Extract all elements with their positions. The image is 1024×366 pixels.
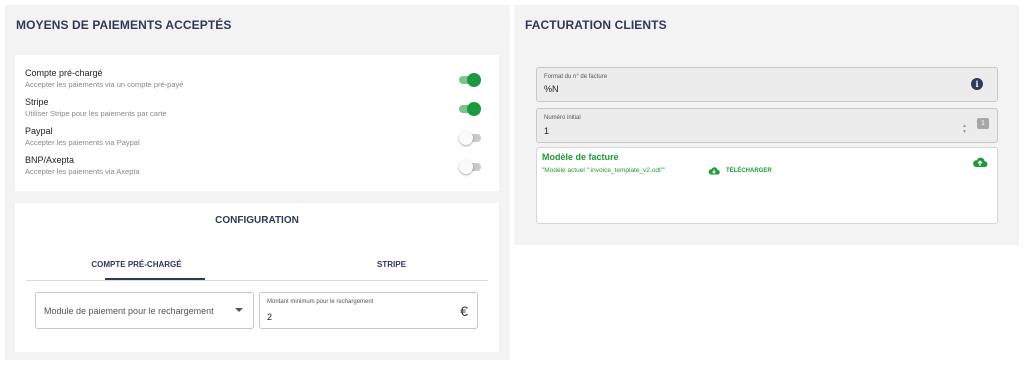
payment-methods-title: MOYENS DE PAIEMENTS ACCEPTÉS	[16, 18, 232, 32]
method-name: Paypal	[25, 126, 53, 136]
tab-prepaid-account[interactable]: COMPTE PRÉ-CHARGÉ	[26, 260, 247, 269]
initial-number-label: Numéro initial	[544, 115, 581, 121]
method-description: Accepter les paiements via Paypal	[25, 138, 140, 147]
method-description: Utiliser Stripe pour les paiements par c…	[25, 109, 167, 118]
invoice-template-current: "Modèle actuel ":invoice_template_v2.odt…	[542, 167, 666, 174]
method-stripe: Stripe Utiliser Stripe pour les paiement…	[25, 97, 167, 118]
initial-number-field[interactable]: Numéro initial 1 ▲ ▼ 1	[536, 108, 998, 143]
download-button[interactable]: TÉLÉCHARGER	[726, 168, 772, 174]
minimum-amount-field[interactable]: Montant minimum pour le rechargement 2 €	[259, 292, 478, 329]
method-name: Compte pré-chargé	[25, 68, 103, 78]
configuration-card: CONFIGURATION COMPTE PRÉ-CHARGÉ STRIPE M…	[15, 203, 499, 352]
toggle-paypal[interactable]	[459, 131, 481, 145]
invoice-format-field[interactable]: Format du n° de facture %N i	[536, 67, 998, 102]
invoice-template-box: Modèle de facture "Modèle actuel ":invoi…	[536, 147, 998, 224]
invoice-format-label: Format du n° de facture	[544, 74, 608, 80]
active-tab-indicator	[105, 278, 205, 280]
initial-number-value: 1	[544, 126, 550, 136]
method-bnp-axepta: BNP/Axepta Accepter les paiements via Ax…	[25, 155, 140, 176]
cloud-download-icon[interactable]	[708, 166, 720, 176]
payment-module-select-value: Module de paiement pour le rechargement	[44, 306, 214, 316]
chevron-down-icon	[235, 308, 243, 312]
euro-icon: €	[460, 303, 468, 319]
payment-methods-list: Compte pré-chargé Accepter les paiements…	[15, 55, 499, 191]
payment-module-select[interactable]: Module de paiement pour le rechargement	[35, 292, 254, 329]
toggle-stripe[interactable]	[459, 102, 481, 116]
tabs-divider	[26, 280, 488, 281]
method-description: Accepter les paiements via un compte pré…	[25, 80, 184, 89]
spinner-down-icon[interactable]: ▼	[961, 129, 968, 135]
toggle-bnp-axepta[interactable]	[459, 160, 481, 174]
payment-methods-panel: MOYENS DE PAIEMENTS ACCEPTÉS Compte pré-…	[5, 5, 510, 360]
invoice-format-value: %N	[544, 84, 559, 94]
invoice-template-title: Modèle de facture	[542, 152, 619, 162]
minimum-amount-label: Montant minimum pour le rechargement	[267, 299, 374, 305]
cloud-upload-icon[interactable]	[972, 156, 988, 169]
method-name: BNP/Axepta	[25, 155, 75, 165]
info-icon[interactable]: i	[971, 78, 983, 90]
minimum-amount-value: 2	[267, 312, 273, 322]
number-spinner[interactable]: ▲ ▼	[961, 123, 968, 135]
method-name: Stripe	[25, 97, 49, 107]
method-prepaid-account: Compte pré-chargé Accepter les paiements…	[25, 68, 183, 89]
counter-badge: 1	[977, 118, 989, 129]
configuration-title: CONFIGURATION	[215, 215, 299, 226]
method-description: Accepter les paiements via Axepta	[25, 167, 140, 176]
billing-panel: FACTURATION CLIENTS Format du n° de fact…	[514, 5, 1019, 245]
billing-title: FACTURATION CLIENTS	[525, 18, 667, 32]
toggle-prepaid-account[interactable]	[459, 73, 481, 87]
tab-stripe[interactable]: STRIPE	[281, 260, 502, 269]
method-paypal: Paypal Accepter les paiements via Paypal	[25, 126, 140, 147]
